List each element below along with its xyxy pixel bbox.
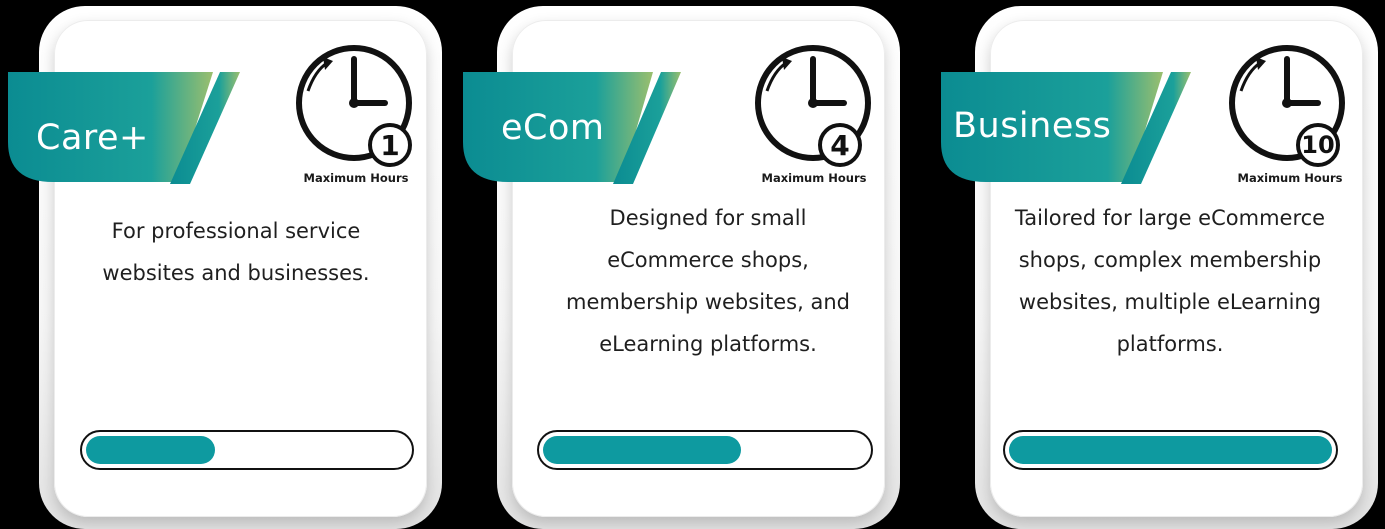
plan-name: eCom [501, 108, 605, 148]
clock-icon: 1 [293, 45, 415, 167]
plan-banner-care: Care+ [8, 72, 268, 192]
max-hours-value: 10 [1301, 131, 1335, 159]
hours-progress-bar [537, 430, 873, 470]
plan-description: Designed for small eCommerce shops, memb… [566, 206, 850, 356]
plan-name: Care+ [36, 118, 149, 158]
clock-icon: 10 [1226, 45, 1348, 167]
max-hours-value: 1 [380, 129, 400, 162]
hours-progress-fill [543, 436, 741, 464]
plan-banner-business: Business [941, 72, 1201, 192]
max-hours-label: Maximum Hours [1237, 171, 1343, 185]
plan-name: Business [953, 106, 1112, 146]
hours-progress-bar [80, 430, 414, 470]
plan-description: Tailored for large eCommerce shops, comp… [1014, 206, 1326, 356]
hours-progress-bar [1003, 430, 1338, 470]
plan-banner-ecom: eCom [463, 72, 723, 192]
hours-progress-fill [1009, 436, 1332, 464]
max-hours-label: Maximum Hours [761, 171, 867, 185]
plan-description: For professional service websites and bu… [102, 219, 370, 285]
max-hours-value: 4 [830, 129, 850, 162]
clock-icon: 4 [752, 45, 874, 167]
hours-progress-fill [86, 436, 215, 464]
max-hours-label: Maximum Hours [303, 171, 409, 185]
